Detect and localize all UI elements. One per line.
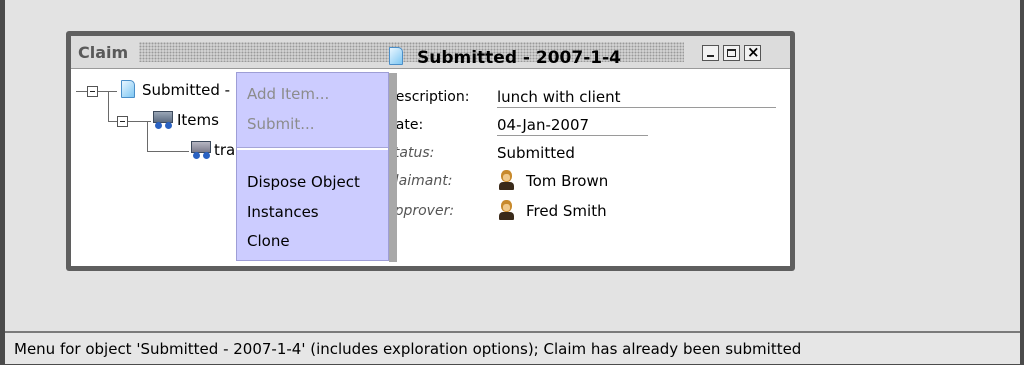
tree-node-items[interactable]: Items	[177, 111, 219, 129]
description-field[interactable]: lunch with client	[497, 88, 621, 106]
menu-item-add-item[interactable]: Add Item...	[247, 85, 329, 103]
menu-shadow	[389, 73, 397, 262]
tree-connector	[147, 151, 189, 152]
minimize-button[interactable]	[702, 45, 719, 61]
status-bar: Menu for object 'Submitted - 2007-1-4' (…	[5, 331, 1020, 364]
person-icon	[498, 170, 515, 190]
document-icon	[121, 80, 135, 98]
collapse-toggle[interactable]	[87, 86, 98, 97]
person-icon	[498, 200, 515, 220]
window-title: Claim	[78, 43, 129, 62]
status-value: Submitted	[497, 144, 575, 162]
date-underline	[497, 135, 648, 136]
tree-connector	[108, 91, 109, 122]
status-text: Menu for object 'Submitted - 2007-1-4' (…	[14, 340, 802, 358]
menu-item-clone[interactable]: Clone	[247, 232, 290, 250]
tree-connector	[108, 121, 117, 122]
claimant-value[interactable]: Tom Brown	[526, 172, 608, 190]
item-icon	[189, 141, 213, 159]
claim-window[interactable]: Claim × Submitted - Items tra Submitted …	[66, 31, 795, 271]
collapse-toggle[interactable]	[117, 116, 128, 127]
tree-node-item[interactable]: tra	[214, 141, 235, 159]
close-button[interactable]: ×	[744, 43, 761, 61]
tree-node-claim[interactable]: Submitted -	[142, 81, 230, 99]
tree-connector	[147, 121, 148, 152]
menu-item-dispose-object[interactable]: Dispose Object	[247, 173, 360, 191]
menu-item-instances[interactable]: Instances	[247, 203, 319, 221]
date-field[interactable]: 04-Jan-2007	[497, 116, 589, 134]
detail-title: Submitted - 2007-1-4	[417, 48, 621, 68]
approver-value[interactable]: Fred Smith	[526, 202, 607, 220]
tree-connector	[76, 91, 87, 92]
description-underline	[497, 107, 776, 108]
claim-window-content: Claim × Submitted - Items tra Submitted …	[71, 36, 790, 266]
close-icon: ×	[747, 43, 760, 61]
context-menu[interactable]: Add Item... Submit... Dispose Object Ins…	[236, 72, 397, 262]
items-icon	[151, 111, 175, 129]
menu-item-submit[interactable]: Submit...	[247, 115, 315, 133]
document-icon	[389, 47, 403, 65]
description-label: Description:	[385, 89, 470, 105]
maximize-button[interactable]	[723, 45, 740, 61]
menu-separator	[237, 147, 388, 150]
